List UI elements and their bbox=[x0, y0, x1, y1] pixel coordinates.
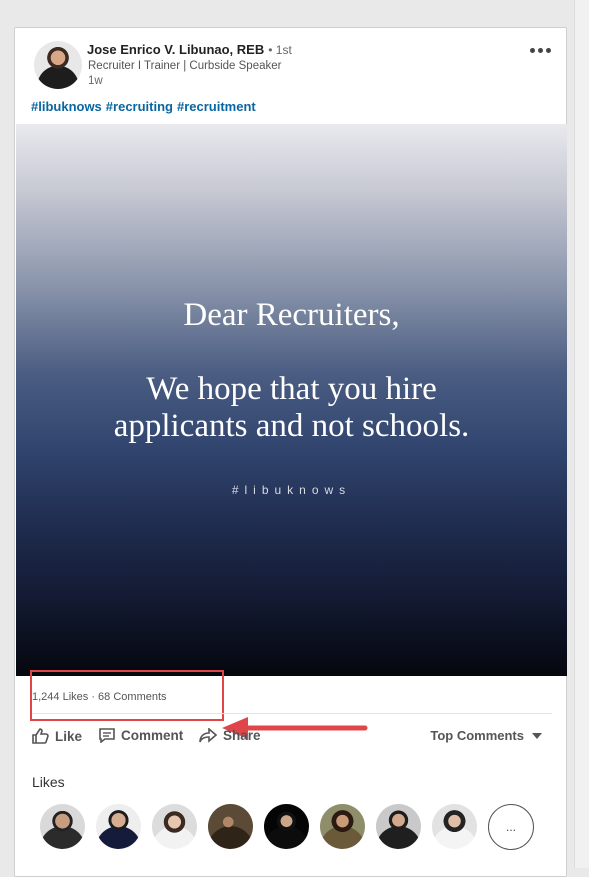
post-time: 1w bbox=[88, 75, 103, 87]
image-body-line: applicants and not schools. bbox=[113, 408, 470, 444]
liker-avatar[interactable] bbox=[40, 804, 85, 849]
connection-degree: • 1st bbox=[268, 43, 292, 57]
author-name-text[interactable]: Jose Enrico V. Libunao, REB bbox=[87, 42, 264, 57]
action-bar: Like Comment Share Top Comments bbox=[32, 728, 552, 748]
liker-avatar[interactable] bbox=[320, 804, 365, 849]
like-label: Like bbox=[55, 728, 83, 744]
hashtags: #libuknows #recruiting #recruitment bbox=[31, 99, 260, 114]
image-body: We hope that you hire applicants and not… bbox=[16, 371, 567, 445]
hashtag-link[interactable]: #recruitment bbox=[177, 99, 256, 114]
post-stats: 1,244 Likes · 68 Comments bbox=[30, 670, 224, 721]
share-icon bbox=[199, 728, 217, 743]
liker-avatar[interactable] bbox=[152, 804, 197, 849]
more-likers-button[interactable]: ... bbox=[488, 804, 534, 850]
post-image[interactable]: Dear Recruiters, We hope that you hire a… bbox=[16, 124, 567, 676]
post-header: Jose Enrico V. Libunao, REB • 1st Recruit… bbox=[15, 28, 566, 124]
share-button[interactable]: Share bbox=[199, 728, 261, 743]
post-card: Jose Enrico V. Libunao, REB • 1st Recruit… bbox=[14, 27, 567, 877]
sort-label: Top Comments bbox=[430, 728, 524, 743]
more-options-button[interactable] bbox=[530, 46, 552, 56]
thumbs-up-icon bbox=[32, 728, 49, 744]
image-heading: Dear Recruiters, bbox=[183, 297, 400, 333]
author-avatar[interactable] bbox=[34, 41, 82, 89]
image-body-line: We hope that you hire bbox=[146, 371, 437, 407]
caret-down-icon bbox=[532, 732, 542, 739]
dot-icon bbox=[530, 48, 535, 53]
comment-label: Comment bbox=[121, 728, 184, 743]
comment-icon bbox=[99, 728, 115, 743]
author-headline: Recruiter I Trainer | Curbside Speaker bbox=[88, 60, 282, 72]
liker-avatar[interactable] bbox=[264, 804, 309, 849]
like-button[interactable]: Like bbox=[32, 728, 82, 744]
divider bbox=[32, 713, 552, 714]
dot-icon bbox=[546, 48, 551, 53]
liker-avatar[interactable] bbox=[96, 804, 141, 849]
dot-icon bbox=[538, 48, 543, 53]
likers-row: ... bbox=[40, 804, 540, 852]
image-hashtag: #libuknows bbox=[231, 483, 352, 497]
comment-button[interactable]: Comment bbox=[99, 728, 183, 743]
scrollbar[interactable] bbox=[574, 0, 589, 868]
liker-avatar[interactable] bbox=[208, 804, 253, 849]
hashtag-link[interactable]: #recruiting bbox=[106, 99, 173, 114]
hashtag-link[interactable]: #libuknows bbox=[31, 99, 102, 114]
sort-comments-dropdown[interactable]: Top Comments bbox=[430, 728, 542, 743]
author-name[interactable]: Jose Enrico V. Libunao, REB • 1st bbox=[87, 42, 292, 57]
likes-section-title: Likes bbox=[32, 774, 65, 790]
liker-avatar[interactable] bbox=[376, 804, 421, 849]
share-label: Share bbox=[223, 728, 261, 743]
liker-avatar[interactable] bbox=[432, 804, 477, 849]
